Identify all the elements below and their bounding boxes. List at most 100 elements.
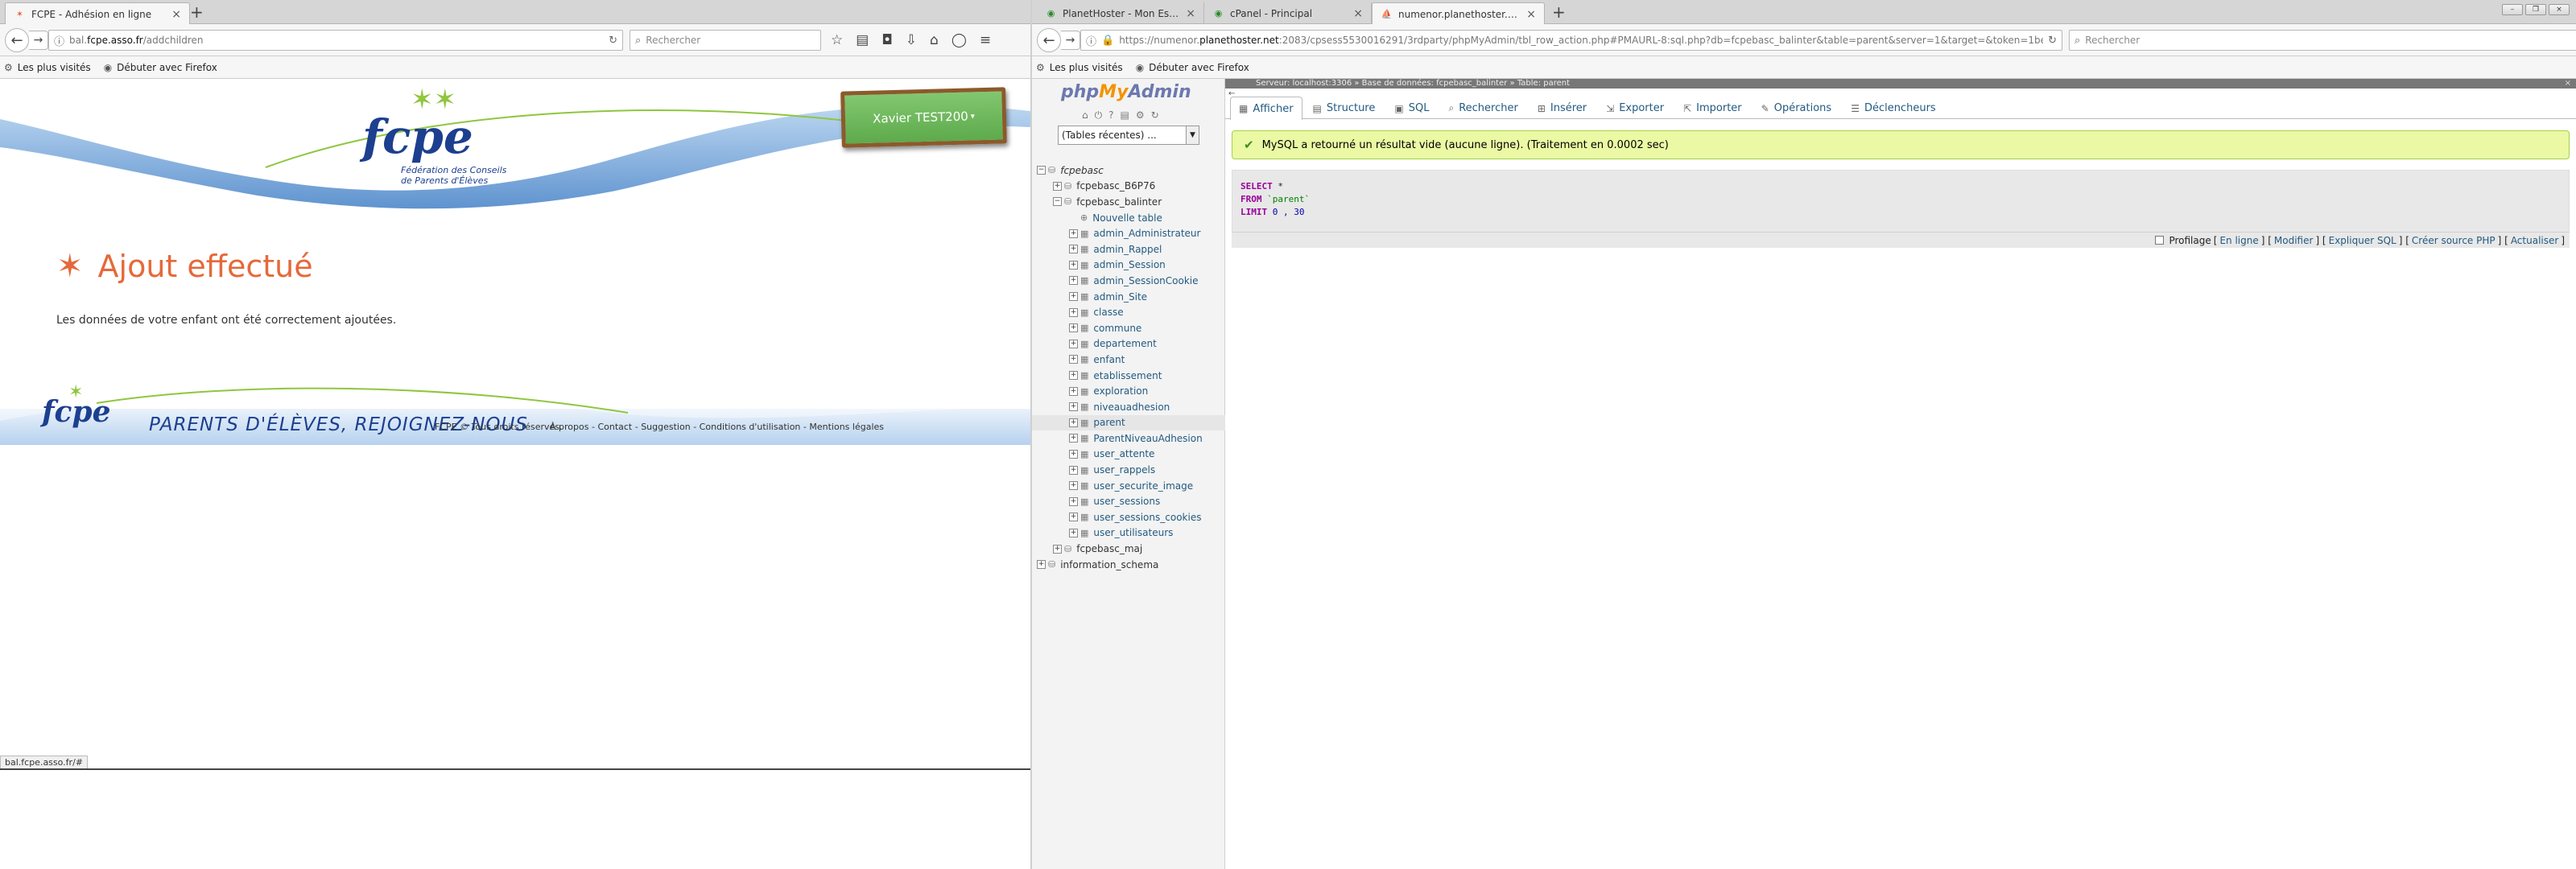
tree-database[interactable]: − ⛁ fcpebasc_balinter (1032, 194, 1225, 210)
expand-toggle-icon[interactable]: + (1037, 560, 1046, 570)
new-tab-button[interactable]: + (1552, 4, 1566, 20)
tree-table[interactable]: + ▦ departement (1032, 336, 1225, 352)
tree-new-table[interactable]: ⊕ Nouvelle table (1032, 210, 1225, 226)
tree-table[interactable]: + ▦ user_sessions (1032, 493, 1225, 509)
tree-table[interactable]: + ▦ user_attente (1032, 447, 1225, 463)
refresh-link[interactable]: Actualiser (2511, 235, 2559, 246)
tree-database[interactable]: + ⛁ fcpebasc_B6P76 (1032, 179, 1225, 195)
expand-toggle-icon[interactable]: + (1069, 339, 1078, 348)
expand-toggle-icon[interactable]: + (1069, 434, 1078, 443)
tree-table[interactable]: + ▦ commune (1032, 320, 1225, 336)
tab-sql[interactable]: ▣ SQL (1385, 97, 1438, 119)
tree-table[interactable]: + ▦ user_utilisateurs (1032, 525, 1225, 542)
expand-toggle-icon[interactable]: + (1069, 386, 1078, 396)
help-icon[interactable]: ? (1108, 109, 1113, 121)
expand-toggle-icon[interactable]: + (1069, 513, 1078, 522)
tab-fcpe[interactable]: ✶ FCPE - Adhésion en ligne × (5, 2, 190, 25)
bookmark-most-visited[interactable]: ⚙ Les plus visités (4, 62, 91, 73)
home-icon[interactable]: ⌂ (930, 32, 939, 48)
expand-toggle-icon[interactable]: + (1069, 323, 1078, 333)
tab-cpanel[interactable]: ◉ cPanel - Principal × (1204, 2, 1372, 24)
profiling-checkbox[interactable] (2155, 236, 2165, 245)
tree-table[interactable]: + ▦ ParentNiveauAdhesion (1032, 430, 1225, 447)
close-tab-icon[interactable]: × (1353, 7, 1363, 20)
search-bar[interactable]: ⌕ Rechercher (2069, 30, 2576, 51)
docs-icon[interactable]: ▤ (1121, 109, 1129, 121)
expand-toggle-icon[interactable]: + (1069, 449, 1078, 459)
logout-icon[interactable]: ⏻ (1095, 109, 1103, 121)
home-icon[interactable]: ⌂ (1082, 109, 1088, 121)
minimize-button[interactable]: – (2502, 4, 2523, 15)
expand-toggle-icon[interactable]: + (1069, 402, 1078, 412)
expand-toggle-icon[interactable]: − (1037, 166, 1046, 175)
tab-exporter[interactable]: ⇲ Exporter (1597, 97, 1673, 119)
bookmark-getting-started[interactable]: ◉ Débuter avec Firefox (104, 62, 217, 73)
reload-icon[interactable]: ↻ (609, 35, 617, 47)
tree-database[interactable]: − ⛁ fcpebasc (1032, 163, 1225, 179)
reload-icon[interactable]: ↻ (1151, 109, 1159, 121)
tree-table[interactable]: + ▦ user_securite_image (1032, 478, 1225, 494)
new-tab-button[interactable]: + (190, 4, 204, 20)
inline-edit-link[interactable]: En ligne (2219, 235, 2258, 246)
bookmark-star-icon[interactable]: ☆ (831, 32, 843, 48)
forward-button[interactable]: → (1061, 31, 1080, 50)
tree-database[interactable]: + ⛁ information_schema (1032, 557, 1225, 573)
url-bar[interactable]: ⓘ 🔒 https://numenor.planethoster.net:208… (1080, 30, 2062, 51)
back-button[interactable]: ← (5, 28, 29, 52)
back-button[interactable]: ← (1037, 28, 1061, 52)
chat-icon[interactable]: ◯ (952, 32, 967, 48)
tree-table[interactable]: + ▦ user_rappels (1032, 462, 1225, 478)
tab-structure[interactable]: ▤ Structure (1304, 97, 1385, 119)
tree-table[interactable]: + ▦ admin_Site (1032, 289, 1225, 305)
menu-icon[interactable]: ≡ (980, 32, 991, 48)
url-bar[interactable]: ⓘ bal.fcpe.asso.fr/addchildren ↻ (48, 30, 623, 51)
tree-table[interactable]: + ▦ etablissement (1032, 368, 1225, 384)
expand-toggle-icon[interactable]: + (1069, 355, 1078, 364)
expand-toggle-icon[interactable]: + (1069, 418, 1078, 427)
expand-toggle-icon[interactable]: + (1069, 465, 1078, 475)
expand-toggle-icon[interactable]: + (1069, 481, 1078, 491)
tree-table[interactable]: + ▦ admin_Session (1032, 257, 1225, 274)
expand-toggle-icon[interactable]: + (1069, 307, 1078, 317)
tree-table[interactable]: + ▦ admin_Administrateur (1032, 225, 1225, 241)
close-tab-icon[interactable]: × (1526, 8, 1536, 21)
tree-table[interactable]: + ▦ niveauadhesion (1032, 399, 1225, 415)
tab-phpmyadmin[interactable]: ⛵ numenor.planethoster.net ... × (1372, 2, 1545, 25)
footer-link-contact[interactable]: Contact (597, 422, 632, 432)
expand-toggle-icon[interactable]: − (1053, 197, 1062, 207)
tree-table[interactable]: + ▦ classe (1032, 304, 1225, 320)
forward-button[interactable]: → (29, 31, 48, 50)
phpmyadmin-logo[interactable]: phpMyAdmin (1061, 82, 1191, 102)
user-menu-button[interactable]: Xavier TEST200 ▾ (840, 87, 1007, 148)
expand-toggle-icon[interactable]: + (1069, 496, 1078, 506)
maximize-button[interactable]: ❐ (2525, 4, 2546, 15)
expand-toggle-icon[interactable]: + (1069, 371, 1078, 381)
tree-database[interactable]: + ⛁ fcpebasc_maj (1032, 541, 1225, 557)
footer-link-suggestion[interactable]: Suggestion (641, 422, 691, 432)
reload-icon[interactable]: ↻ (2048, 35, 2057, 47)
expand-toggle-icon[interactable]: + (1069, 245, 1078, 254)
bookmark-most-visited[interactable]: ⚙ Les plus visités (1036, 62, 1123, 73)
close-tab-icon[interactable]: × (1186, 7, 1195, 20)
downloads-icon[interactable]: ⇩ (906, 32, 917, 48)
tree-table[interactable]: + ▦ enfant (1032, 352, 1225, 368)
settings-icon[interactable]: ⚙ (1136, 109, 1145, 121)
tab-declencheurs[interactable]: ☰ Déclencheurs (1842, 97, 1945, 119)
pocket-icon[interactable]: ◘ (881, 32, 892, 48)
edit-query-link[interactable]: Modifier (2274, 235, 2314, 246)
fcpe-logo[interactable]: fcpe (362, 109, 473, 164)
search-bar[interactable]: ⌕ Rechercher (630, 30, 821, 51)
tree-table[interactable]: + ▦ user_sessions_cookies (1032, 509, 1225, 525)
expand-toggle-icon[interactable]: + (1069, 292, 1078, 302)
tree-table[interactable]: + ▦ admin_SessionCookie (1032, 273, 1225, 289)
expand-toggle-icon[interactable]: + (1069, 276, 1078, 286)
tab-importer[interactable]: ⇱ Importer (1674, 97, 1751, 119)
expand-toggle-icon[interactable]: + (1069, 528, 1078, 537)
tab-rechercher[interactable]: ⌕ Rechercher (1439, 97, 1526, 119)
tab-afficher[interactable]: ▦ Afficher (1230, 97, 1302, 120)
expand-toggle-icon[interactable]: + (1053, 544, 1062, 554)
expand-toggle-icon[interactable]: + (1069, 229, 1078, 238)
close-window-button[interactable]: × (2549, 4, 2570, 15)
footer-link-legal[interactable]: Mentions légales (809, 422, 884, 432)
explain-sql-link[interactable]: Expliquer SQL (2329, 235, 2396, 246)
